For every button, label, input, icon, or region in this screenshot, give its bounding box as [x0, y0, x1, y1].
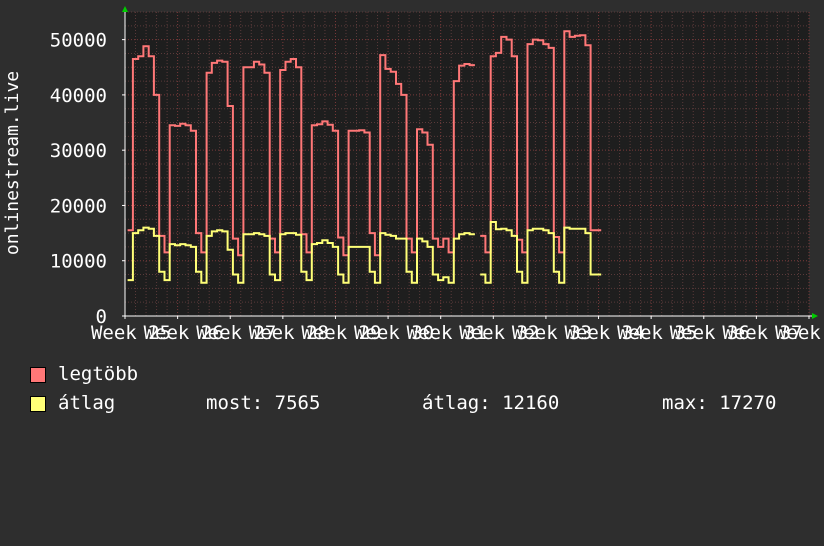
legend-row-max: legtöbb	[30, 363, 810, 385]
legend-row-avg: átlag most: 7565 átlag: 12160 max: 17270	[30, 392, 810, 414]
y-tick-label: 20000	[50, 195, 107, 217]
x-axis-arrow	[812, 313, 818, 319]
y-tick-label: 50000	[50, 30, 107, 52]
x-tick-label: Week 38	[775, 322, 824, 340]
legend-swatch-atlag	[30, 396, 46, 412]
y-axis-arrow	[122, 6, 128, 12]
legend-swatch-legtobb	[30, 367, 46, 383]
y-axis-label: onlinestream.live	[2, 71, 23, 255]
chart-root: 0 10000 20000 30000 40000 50000 Week 25 Week 2…	[0, 0, 824, 430]
stat-current: most: 7565	[206, 392, 321, 414]
stat-average: átlag: 12160	[422, 392, 560, 414]
stat-maximum: max: 17270	[662, 392, 777, 414]
y-tick-label: 40000	[50, 85, 107, 107]
x-ticks: Week 25Week 26Week 27Week 28Week 29Week …	[91, 316, 824, 340]
legend-label-legtobb: legtöbb	[58, 363, 139, 385]
y-ticks: 01000020000300004000050000	[50, 30, 125, 328]
line-chart: 01000020000300004000050000 Week 25Week 2…	[2, 6, 824, 340]
legend-label-atlag: átlag	[58, 392, 116, 414]
y-tick-label: 30000	[50, 140, 107, 162]
y-tick-label: 10000	[50, 251, 107, 273]
